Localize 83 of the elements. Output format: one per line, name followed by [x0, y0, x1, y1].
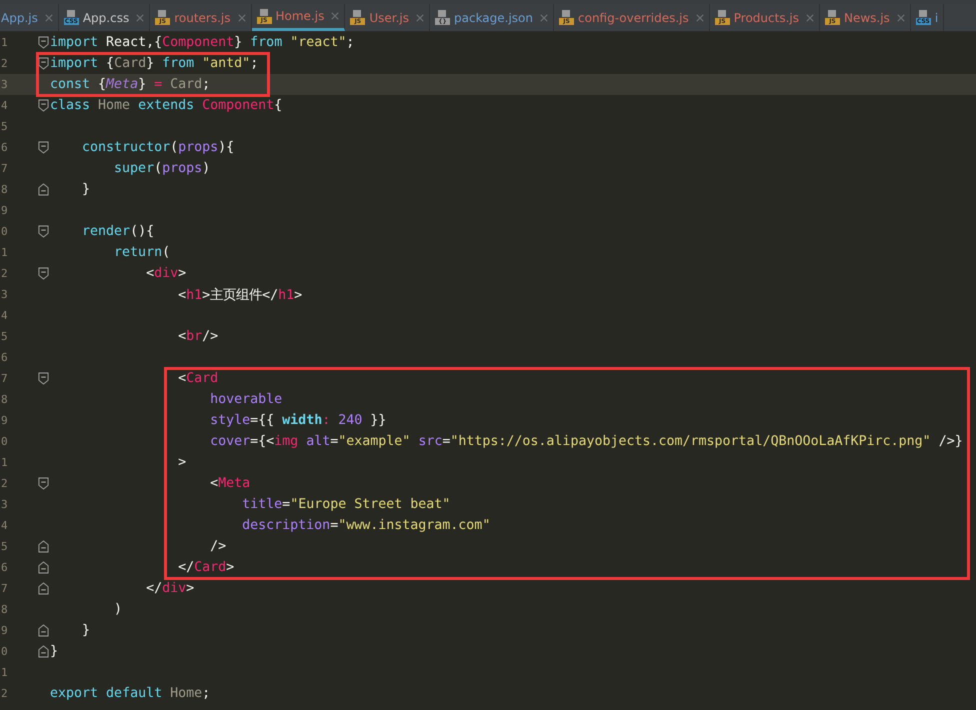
line-number: 1 [0, 456, 9, 469]
code-line: /> [209, 539, 226, 554]
code-line: <h1>主页组件</h1> [177, 286, 302, 304]
line-number: 5 [0, 330, 9, 343]
code-line: constructor(props){ [81, 140, 234, 155]
line-number: 2 [0, 687, 9, 700]
fold-icon[interactable] [38, 477, 49, 490]
line-number: 8 [0, 183, 9, 196]
line-number: 6 [0, 351, 9, 364]
code-line: class Home extends Component{ [50, 98, 282, 113]
code-line: <div> [145, 266, 186, 281]
line-number: 9 [0, 624, 9, 637]
code-line: const {Meta} = Card; [50, 77, 210, 92]
line-number: 7 [0, 582, 9, 595]
line-number: 1 [0, 246, 9, 259]
code-line: import React,{Component} from "react"; [50, 35, 354, 50]
code-line: import {Card} from "antd"; [50, 56, 258, 71]
tab-label: config-overrides.js [578, 10, 689, 24]
line-number: 8 [0, 603, 9, 616]
code-line: super(props) [113, 161, 210, 176]
fold-icon[interactable] [38, 582, 49, 595]
fold-icon[interactable] [38, 540, 49, 553]
line-number: 2 [0, 57, 9, 70]
tab-label: package.json [454, 10, 534, 24]
line-number: 0 [0, 435, 9, 448]
tab-label: i [934, 10, 938, 24]
line-number: 0 [0, 645, 9, 658]
code-line: } [50, 644, 58, 659]
tab-label: routers.js [174, 10, 230, 24]
line-number: 6 [0, 141, 9, 154]
fold-icon[interactable] [38, 141, 49, 154]
code-line: </div> [145, 581, 194, 596]
fold-icon[interactable] [38, 36, 49, 49]
code-line: style={{ width: 240 }} [209, 413, 386, 428]
fold-icon[interactable] [38, 372, 49, 385]
line-number: 3 [0, 288, 9, 301]
line-number: 1 [0, 666, 9, 679]
tab-label: App.css [82, 10, 130, 24]
code-line: title="Europe Street beat" [241, 497, 450, 512]
code-line: ) [113, 602, 122, 617]
line-number: 4 [0, 99, 9, 112]
line-number: 4 [0, 519, 9, 532]
fold-icon[interactable] [38, 183, 49, 196]
fold-icon[interactable] [38, 561, 49, 574]
code-line: <Card [177, 371, 218, 386]
line-number: 5 [0, 540, 9, 553]
line-number: 4 [0, 309, 9, 322]
line-number: 7 [0, 162, 9, 175]
code-line: return( [113, 245, 170, 260]
code-line: render(){ [81, 224, 154, 239]
tab-label: Products.js [734, 10, 799, 24]
line-number: 2 [0, 267, 9, 280]
fold-icon[interactable] [38, 624, 49, 637]
line-number: 2 [0, 477, 9, 490]
line-number: 3 [0, 78, 9, 91]
line-number: 8 [0, 393, 9, 406]
code-line: cover={<img alt="example" src="https://os.alipayobjects.com/rmsportal/QBnOOoLaAfKPirc.png" />} [209, 434, 963, 449]
tab-label: News.js [844, 10, 890, 24]
line-number: 3 [0, 498, 9, 511]
tab-label: App.js [1, 10, 38, 24]
fold-icon[interactable] [38, 645, 49, 658]
tab-label: Home.js [276, 9, 324, 23]
line-number: 1 [0, 36, 9, 49]
line-number: 0 [0, 225, 9, 238]
code-line: } [81, 182, 90, 197]
fold-icon[interactable] [38, 267, 49, 280]
fold-icon[interactable] [38, 225, 49, 238]
line-number: 7 [0, 372, 9, 385]
code-line: export default Home; [50, 686, 210, 701]
code-line: } [81, 623, 90, 638]
code-line: <Meta [209, 476, 250, 491]
line-number: 6 [0, 561, 9, 574]
code-line: description="www.instagram.com" [241, 518, 490, 533]
code-line: <br/> [177, 329, 218, 344]
tab-label: User.js [369, 10, 409, 24]
code-line: > [177, 455, 186, 470]
code-line: </Card> [177, 560, 234, 575]
file-tab[interactable]: App.js [0, 4, 59, 31]
fold-icon[interactable] [38, 99, 49, 112]
line-number: 5 [0, 120, 9, 133]
line-number: 9 [0, 204, 9, 217]
code-line: hoverable [209, 392, 282, 407]
line-number: 9 [0, 414, 9, 427]
